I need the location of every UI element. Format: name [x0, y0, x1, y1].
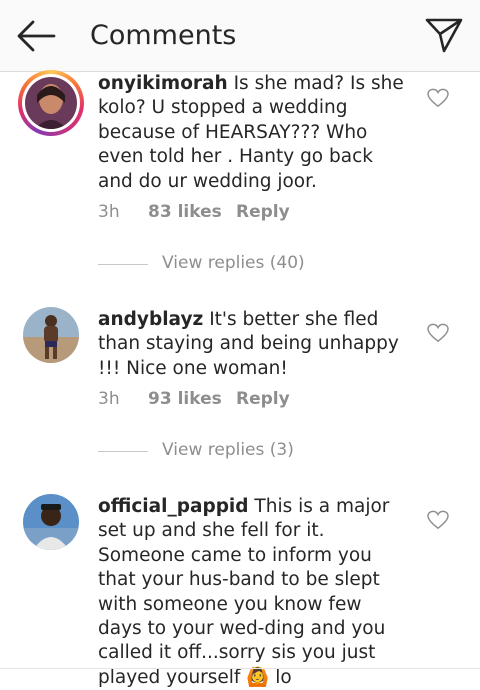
comments-header: Comments — [0, 0, 480, 72]
page-title: Comments — [90, 20, 237, 51]
view-replies-label: View replies (40) — [162, 253, 305, 273]
comment-time: 3h — [98, 202, 120, 222]
view-replies-label: View replies (3) — [162, 440, 294, 460]
comment-username[interactable]: official_pappid — [98, 496, 249, 517]
heart-outline-icon[interactable] — [427, 88, 449, 108]
heart-outline-icon[interactable] — [427, 323, 449, 343]
avatar[interactable] — [23, 307, 79, 363]
paper-plane-icon — [425, 18, 463, 53]
comment-body: This is a major set up and she fell for … — [98, 496, 390, 688]
comment-username[interactable]: andyblayz — [98, 309, 203, 330]
avatar[interactable] — [18, 70, 84, 136]
comment-text: andyblayz It's better she fled than stay… — [98, 308, 410, 381]
bottom-divider — [0, 668, 480, 669]
like-count[interactable]: 93 likes — [148, 389, 222, 409]
reply-button[interactable]: Reply — [236, 389, 290, 409]
like-count[interactable]: 83 likes — [148, 202, 222, 222]
back-button[interactable] — [16, 18, 56, 54]
heart-outline-icon[interactable] — [427, 510, 449, 530]
arrow-left-icon — [17, 20, 56, 52]
comment-time: 3h — [98, 389, 120, 409]
comment-username[interactable]: onyikimorah — [98, 73, 228, 94]
send-button[interactable] — [424, 16, 464, 54]
reply-button[interactable]: Reply — [236, 202, 290, 222]
comment-text: official_pappid This is a major set up a… — [98, 495, 410, 690]
avatar[interactable] — [23, 494, 79, 550]
comment-text: onyikimorah Is she mad? Is she kolo? U s… — [98, 72, 410, 194]
